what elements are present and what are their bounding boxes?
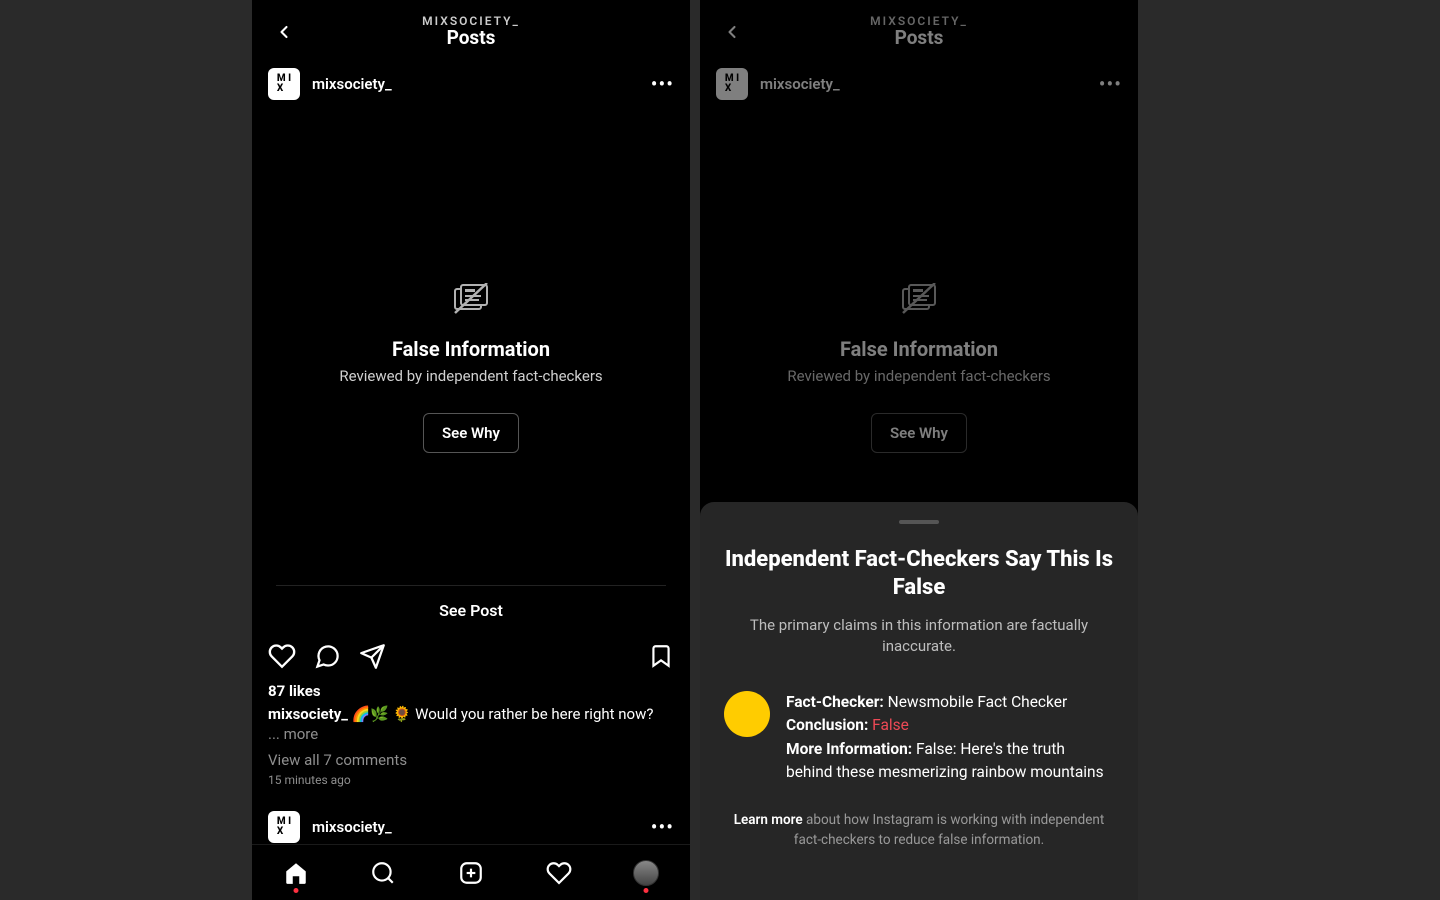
learn-more-text: Learn more about how Instagram is workin…	[724, 810, 1114, 851]
phone-left: MIXSOCIETY_ Posts M IX mixsociety_ ••• F…	[252, 0, 690, 900]
heart-icon	[546, 860, 572, 886]
comment-icon	[314, 643, 341, 670]
label-fact-checker: Fact-Checker:	[786, 693, 884, 711]
home-icon	[283, 860, 309, 886]
bookmark-icon	[648, 643, 674, 669]
post-actions	[252, 630, 690, 682]
fact-checker-logo	[724, 691, 770, 737]
post-more-button[interactable]: •••	[651, 72, 674, 96]
sheet-grab-handle[interactable]	[899, 520, 939, 524]
back-button[interactable]	[270, 18, 298, 46]
label-more-info: More Information:	[786, 740, 912, 758]
sheet-title: Independent Fact-Checkers Say This Is Fa…	[724, 546, 1114, 601]
tab-home[interactable]	[282, 859, 310, 887]
false-info-subtitle: Reviewed by independent fact-checkers	[339, 367, 602, 385]
caption-username[interactable]: mixsociety_	[268, 705, 348, 723]
author-username[interactable]: mixsociety_	[312, 75, 392, 93]
no-image-icon	[451, 283, 491, 317]
caption: mixsociety_ 🌈🌿 🌻 Would you rather be her…	[252, 700, 690, 745]
learn-more-link[interactable]: Learn more	[734, 812, 803, 828]
header: MIXSOCIETY_ Posts	[252, 0, 690, 62]
save-button[interactable]	[648, 643, 674, 669]
post-time: 15 minutes ago	[252, 769, 690, 787]
view-comments[interactable]: View all 7 comments	[252, 745, 690, 769]
send-icon	[359, 643, 386, 670]
fact-checker-row: Fact-Checker: Newsmobile Fact Checker Co…	[724, 691, 1114, 784]
tab-search[interactable]	[369, 859, 397, 887]
fact-checker-name: Newsmobile Fact Checker	[888, 693, 1068, 711]
caption-text: 🌈🌿 🌻 Would you rather be here right now?	[348, 705, 654, 723]
learn-more-rest: about how Instagram is working with inde…	[794, 812, 1104, 848]
comment-button[interactable]	[314, 643, 341, 670]
chevron-left-icon	[274, 22, 294, 42]
tab-profile[interactable]	[632, 859, 660, 887]
next-post-header: M IX mixsociety_ •••	[252, 805, 690, 849]
post-more-button[interactable]: •••	[651, 815, 674, 839]
caption-more[interactable]: more	[284, 725, 319, 743]
author-username[interactable]: mixsociety_	[312, 818, 392, 836]
label-conclusion: Conclusion:	[786, 716, 868, 734]
tab-bar	[252, 844, 690, 900]
notification-dot-icon	[293, 888, 298, 893]
see-why-button[interactable]: See Why	[423, 413, 519, 453]
post-media-blocked: False Information Reviewed by independen…	[252, 106, 690, 630]
author-avatar[interactable]: M IX	[268, 811, 300, 843]
divider	[276, 585, 666, 586]
share-button[interactable]	[359, 643, 386, 670]
caption-more-prefix: ...	[268, 725, 284, 743]
tab-create[interactable]	[457, 859, 485, 887]
search-icon	[370, 860, 396, 886]
conclusion-value: False	[872, 716, 909, 734]
author-avatar[interactable]: M IX	[268, 68, 300, 100]
fact-check-sheet: Independent Fact-Checkers Say This Is Fa…	[700, 502, 1138, 900]
heart-icon	[268, 642, 296, 670]
tab-activity[interactable]	[545, 859, 573, 887]
notification-dot-icon	[644, 888, 649, 893]
see-post-button[interactable]: See Post	[439, 601, 503, 620]
false-info-title: False Information	[392, 337, 550, 361]
phone-right: MIXSOCIETY_ Posts M IX mixsociety_ ••• F…	[700, 0, 1138, 900]
post-header: M IX mixsociety_ •••	[252, 62, 690, 106]
like-button[interactable]	[268, 642, 296, 670]
sheet-subtitle: The primary claims in this information a…	[724, 615, 1114, 657]
header-section: Posts	[422, 28, 520, 49]
likes-count[interactable]: 87 likes	[252, 682, 690, 700]
profile-avatar-icon	[633, 860, 659, 886]
plus-square-icon	[458, 860, 484, 886]
